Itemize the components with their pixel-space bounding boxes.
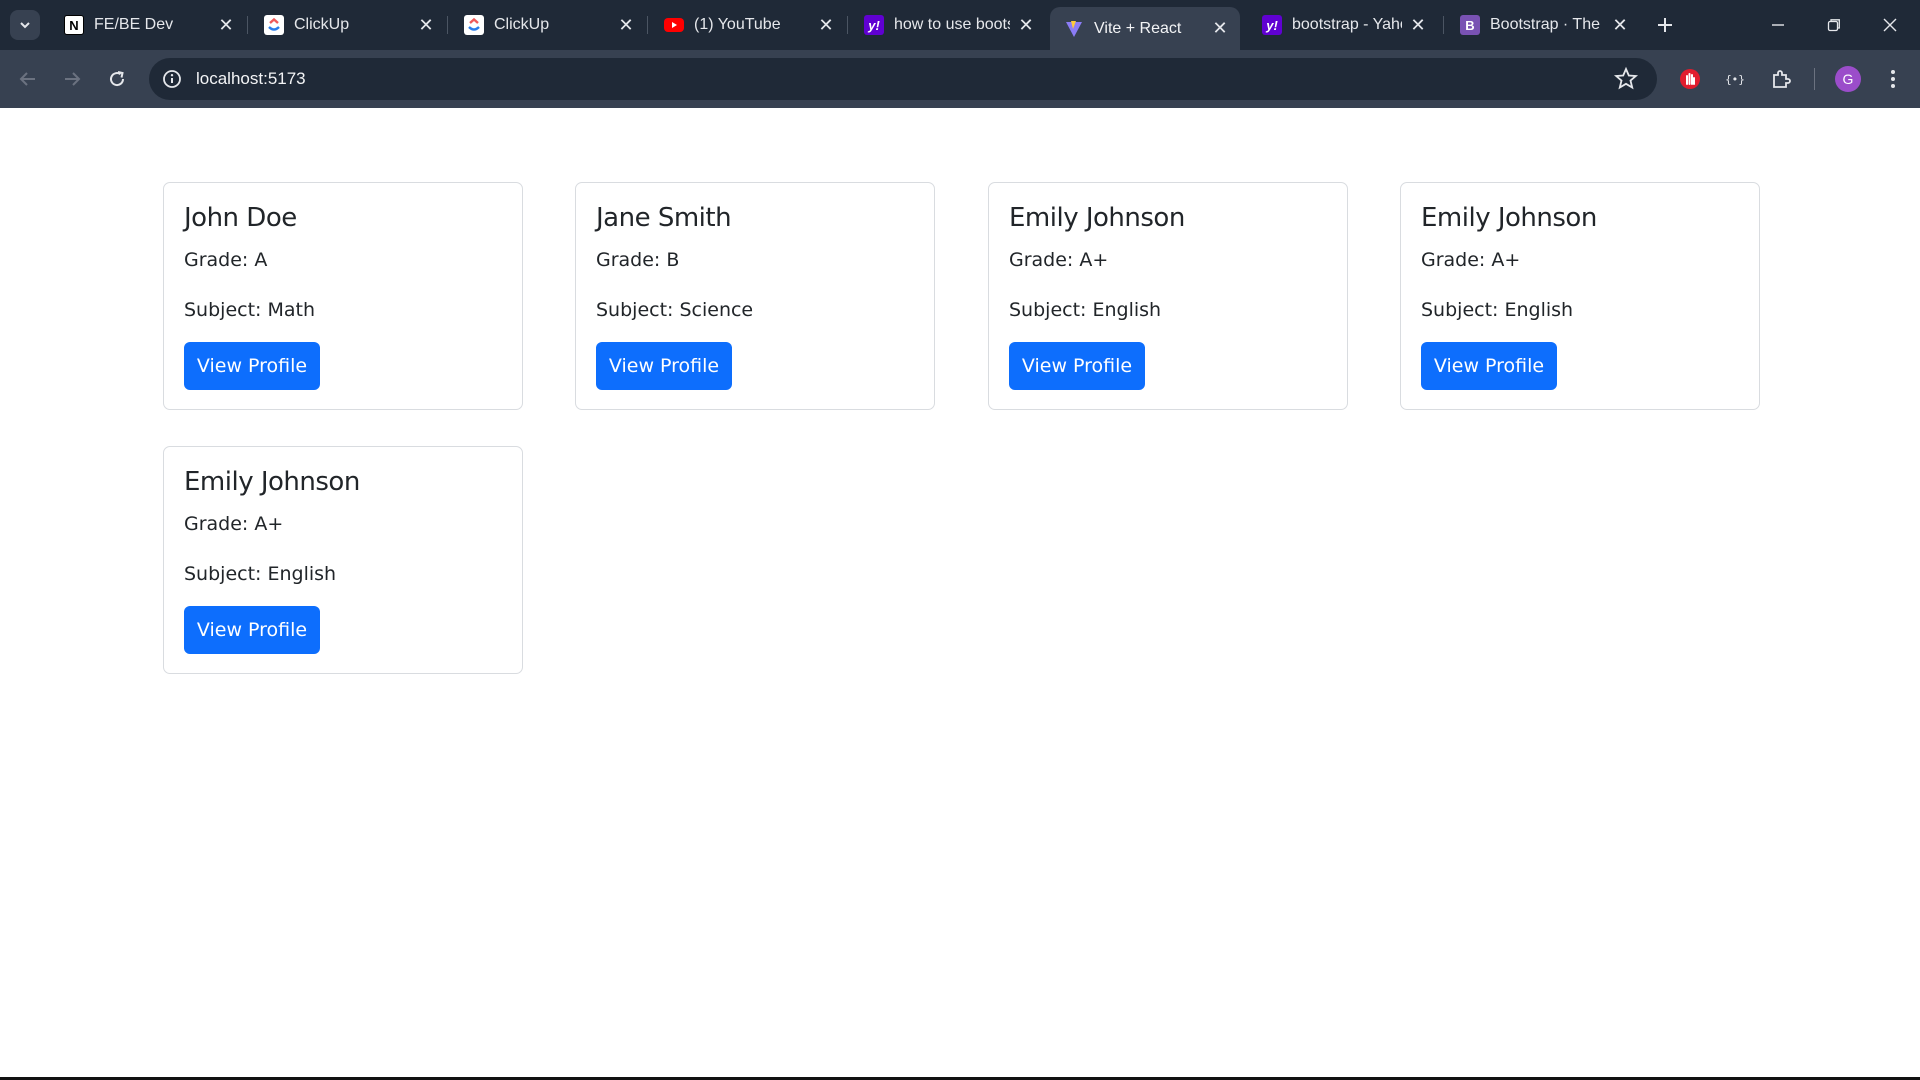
student-name: John Doe: [184, 203, 297, 233]
plus-icon: [1658, 18, 1672, 32]
student-card: John Doe Grade: A Subject: Math View Pro…: [163, 182, 523, 410]
minimize-button[interactable]: [1750, 0, 1806, 50]
arrow-right-icon: [65, 72, 81, 86]
site-info-icon[interactable]: [161, 68, 183, 90]
bookmark-star-icon[interactable]: [1613, 66, 1639, 92]
close-window-button[interactable]: [1862, 0, 1918, 50]
tab-separator: [847, 16, 848, 34]
tab-title: (1) YouTube: [694, 16, 781, 33]
bootstrap-icon: B: [1460, 15, 1480, 35]
extension-icon[interactable]: {•}: [1722, 66, 1748, 92]
student-subject: Subject: Science: [596, 299, 754, 321]
tab-title: how to use boots: [894, 16, 1010, 33]
close-icon[interactable]: ✕: [616, 15, 636, 35]
student-subject: Subject: Math: [184, 299, 315, 321]
tab-separator: [247, 16, 248, 34]
tab-clickup-2[interactable]: ClickUp ✕: [450, 7, 646, 43]
new-tab-button[interactable]: [1652, 12, 1678, 38]
notion-icon: N: [64, 15, 84, 35]
tab-bootstrap[interactable]: B Bootstrap · The m ✕: [1446, 7, 1640, 43]
view-profile-button[interactable]: View Profile: [184, 606, 320, 654]
profile-avatar[interactable]: G: [1835, 66, 1861, 92]
student-card: Emily Johnson Grade: A+ Subject: English…: [1400, 182, 1760, 410]
view-profile-button[interactable]: View Profile: [1009, 342, 1145, 390]
view-profile-button[interactable]: View Profile: [596, 342, 732, 390]
clickup-icon: [264, 15, 284, 35]
svg-text:{•}: {•}: [1725, 73, 1745, 86]
tab-title: ClickUp: [294, 16, 350, 33]
vite-icon: [1064, 19, 1084, 39]
student-grade: Grade: A+: [184, 513, 284, 535]
tab-vite-react[interactable]: Vite + React ✕: [1050, 7, 1240, 50]
tab-search-button[interactable]: [10, 10, 40, 40]
student-name: Emily Johnson: [184, 467, 360, 497]
student-card: Emily Johnson Grade: A+ Subject: English…: [163, 446, 523, 674]
clickup-icon: [464, 15, 484, 35]
tab-separator: [447, 16, 448, 34]
yahoo-icon: y!: [864, 15, 884, 35]
yahoo-icon: y!: [1262, 15, 1282, 35]
tab-title: bootstrap - Yaho: [1292, 16, 1402, 33]
tab-fe-be-dev[interactable]: N FE/BE Dev ✕: [50, 7, 246, 43]
student-subject: Subject: English: [1421, 299, 1574, 321]
student-subject: Subject: English: [1009, 299, 1162, 321]
student-subject: Subject: English: [184, 563, 337, 585]
close-icon[interactable]: ✕: [1210, 18, 1230, 39]
restore-icon: [1827, 19, 1840, 32]
tab-youtube[interactable]: (1) YouTube ✕: [650, 7, 846, 43]
student-grade: Grade: A: [184, 249, 268, 271]
close-icon[interactable]: ✕: [1610, 15, 1630, 35]
close-icon[interactable]: ✕: [216, 15, 236, 35]
student-name: Emily Johnson: [1421, 203, 1597, 233]
close-icon[interactable]: ✕: [416, 15, 436, 35]
chevron-down-icon: [20, 22, 30, 29]
tab-title: Vite + React: [1094, 19, 1182, 37]
close-icon: [1883, 18, 1897, 32]
close-icon[interactable]: ✕: [816, 15, 836, 35]
adblock-extension-icon[interactable]: [1677, 66, 1703, 92]
tab-separator: [1443, 16, 1444, 34]
minimize-icon: [1772, 24, 1784, 26]
close-icon[interactable]: ✕: [1408, 15, 1428, 35]
student-grade: Grade: A+: [1421, 249, 1521, 271]
address-bar[interactable]: [149, 58, 1657, 100]
tab-title: Bootstrap · The m: [1490, 16, 1604, 33]
extensions-puzzle-icon[interactable]: [1768, 66, 1794, 92]
student-card: Jane Smith Grade: B Subject: Science Vie…: [575, 182, 935, 410]
view-profile-button[interactable]: View Profile: [1421, 342, 1557, 390]
tab-yahoo-search-2[interactable]: y! bootstrap - Yaho ✕: [1248, 7, 1438, 43]
forward-button[interactable]: [56, 63, 88, 95]
student-grade: Grade: A+: [1009, 249, 1109, 271]
reload-button[interactable]: [101, 63, 133, 95]
close-icon[interactable]: ✕: [1016, 15, 1036, 35]
student-name: Emily Johnson: [1009, 203, 1185, 233]
back-button[interactable]: [12, 63, 44, 95]
tab-clickup-1[interactable]: ClickUp ✕: [250, 7, 446, 43]
student-card: Emily Johnson Grade: A+ Subject: English…: [988, 182, 1348, 410]
view-profile-button[interactable]: View Profile: [184, 342, 320, 390]
tab-separator: [647, 16, 648, 34]
reload-icon: [110, 71, 125, 87]
url-text[interactable]: localhost:5173: [196, 69, 306, 89]
student-name: Jane Smith: [596, 203, 732, 233]
browser-menu-icon[interactable]: [1880, 66, 1906, 92]
youtube-icon: [664, 15, 684, 35]
toolbar-separator: [1814, 68, 1815, 90]
tab-title: ClickUp: [494, 16, 550, 33]
tab-yahoo-search-1[interactable]: y! how to use boots ✕: [850, 7, 1046, 43]
tab-title: FE/BE Dev: [94, 16, 174, 33]
restore-button[interactable]: [1806, 0, 1862, 50]
student-grade: Grade: B: [596, 249, 680, 271]
arrow-left-icon: [19, 72, 35, 86]
